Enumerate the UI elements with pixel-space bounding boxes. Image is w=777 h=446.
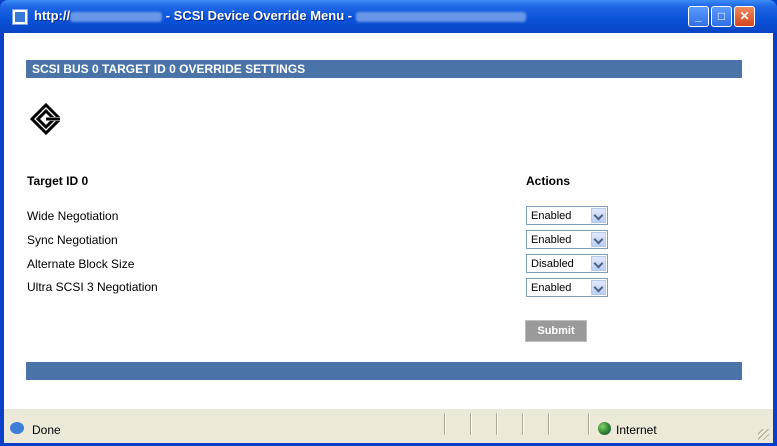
select-value: Enabled: [531, 234, 572, 246]
select-value: Enabled: [531, 210, 572, 222]
status-divider: [496, 413, 498, 435]
status-divider: [548, 413, 550, 435]
chevron-down-icon[interactable]: [591, 280, 606, 295]
ie-page-icon: [12, 9, 28, 25]
select-value: Enabled: [531, 282, 572, 294]
chevron-down-icon[interactable]: [591, 256, 606, 271]
close-button[interactable]: ✕: [734, 6, 755, 27]
setting-label-block-size: Alternate Block Size: [27, 257, 135, 271]
target-id-label: Target ID 0: [27, 174, 89, 188]
setting-label-ultra-scsi: Ultra SCSI 3 Negotiation: [27, 280, 158, 294]
footer-banner: [26, 362, 742, 380]
actions-label: Actions: [526, 174, 571, 188]
redacted-address: [70, 11, 163, 22]
chevron-down-icon[interactable]: [591, 232, 606, 247]
select-value: Disabled: [531, 258, 574, 270]
header-banner: SCSI BUS 0 TARGET ID 0 OVERRIDE SETTINGS: [26, 60, 742, 78]
globe-icon: [598, 422, 611, 435]
page-content: SCSI BUS 0 TARGET ID 0 OVERRIDE SETTINGS…: [4, 33, 773, 408]
submit-button[interactable]: Submit: [525, 320, 587, 342]
browser-window: http:// - SCSI Device Override Menu - _ …: [0, 0, 777, 446]
page-title: SCSI BUS 0 TARGET ID 0 OVERRIDE SETTINGS: [32, 62, 306, 76]
status-divider: [444, 413, 446, 435]
setting-label-sync: Sync Negotiation: [27, 233, 118, 247]
title-bar[interactable]: http:// - SCSI Device Override Menu - _ …: [0, 0, 777, 33]
title-page-name: - SCSI Device Override Menu -: [162, 8, 356, 23]
status-divider: [588, 413, 590, 435]
status-bar: Done Internet: [4, 408, 773, 443]
ultra-scsi3-negotiation-select[interactable]: Enabled: [526, 278, 608, 297]
sync-negotiation-select[interactable]: Enabled: [526, 230, 608, 249]
ie-page-icon: [10, 422, 24, 434]
status-divider: [470, 413, 472, 435]
setting-label-wide: Wide Negotiation: [27, 209, 119, 223]
wide-negotiation-select[interactable]: Enabled: [526, 206, 608, 225]
redacted-app-name: [355, 11, 526, 22]
status-text: Done: [32, 423, 61, 437]
security-zone: Internet: [616, 423, 657, 437]
window-title: http:// - SCSI Device Override Menu -: [34, 8, 526, 23]
resize-grip[interactable]: [758, 429, 769, 440]
diamond-logo-icon: [30, 103, 62, 135]
chevron-down-icon[interactable]: [591, 208, 606, 223]
alternate-block-size-select[interactable]: Disabled: [526, 254, 608, 273]
title-url-prefix: http://: [34, 8, 71, 23]
maximize-button[interactable]: □: [711, 6, 732, 27]
minimize-button[interactable]: _: [688, 6, 709, 27]
status-divider: [522, 413, 524, 435]
